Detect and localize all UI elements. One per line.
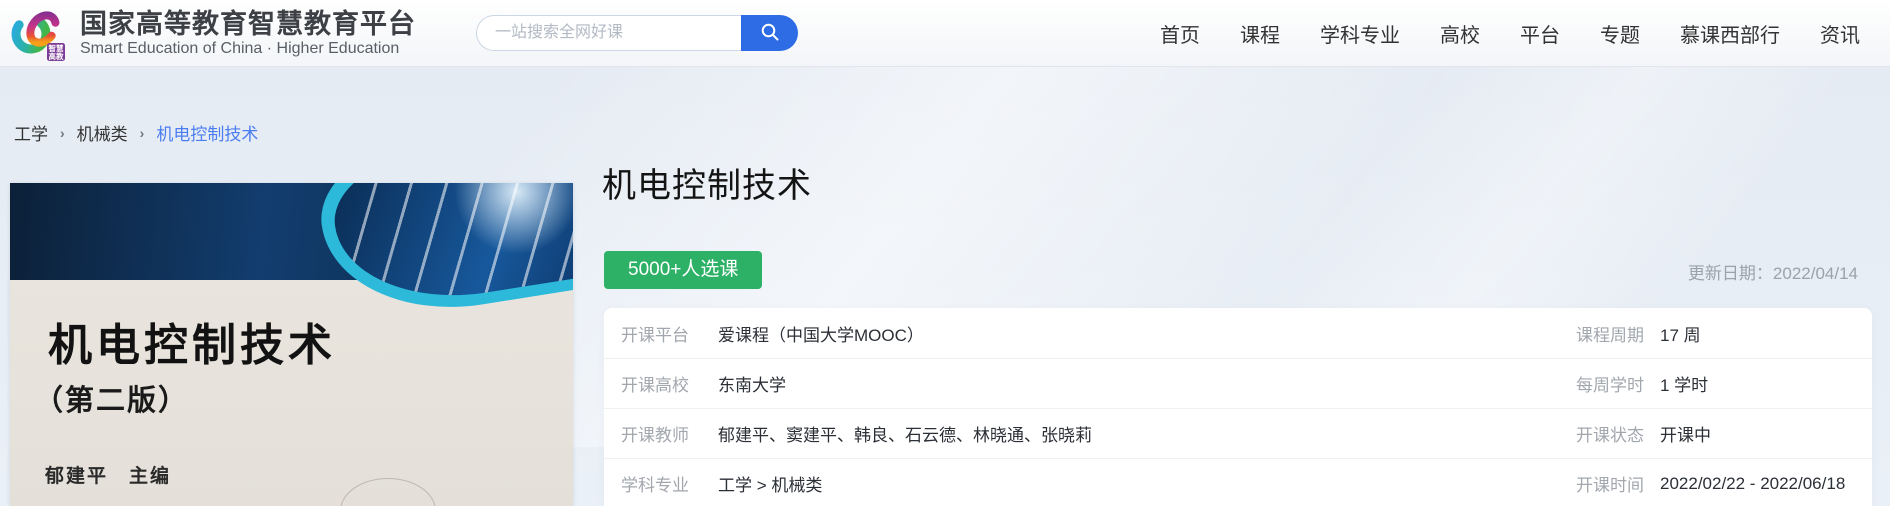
nav-item-disciplines[interactable]: 学科专业 — [1320, 19, 1400, 48]
breadcrumb: 工学 › 机械类 › 机电控制技术 — [14, 120, 258, 145]
row-label: 每周学时 — [1576, 371, 1644, 396]
row-value: 郁建平、窦建平、韩良、石云德、林晓通、张晓莉 — [718, 421, 1092, 446]
course-info-card: 开课平台 爱课程（中国大学MOOC） 课程周期 17 周 开课高校 东南大学 每… — [604, 308, 1872, 506]
table-row: 学科专业 工学 > 机械类 开课时间 2022/02/22 - 2022/06/… — [604, 458, 1872, 506]
nav-item-mooc-west[interactable]: 慕课西部行 — [1680, 19, 1780, 48]
row-value: 开课中 — [1660, 421, 1711, 446]
row-value: 工学 > 机械类 — [718, 471, 822, 496]
nav-item-news[interactable]: 资讯 — [1820, 19, 1860, 48]
platform-logo-icon: 智慧 高教 — [10, 6, 66, 62]
cover-author: 郁建平 主编 — [45, 461, 171, 488]
row-label: 开课平台 — [621, 321, 703, 346]
breadcrumb-item-discipline[interactable]: 工学 — [14, 120, 48, 145]
nav-item-topics[interactable]: 专题 — [1600, 19, 1640, 48]
nav-item-courses[interactable]: 课程 — [1240, 19, 1280, 48]
page: 智慧 高教 国家高等教育智慧教育平台 Smart Education of Ch… — [0, 0, 1890, 506]
brand-subtitle: Smart Education of China · Higher Educat… — [80, 40, 416, 58]
row-value: 爱课程（中国大学MOOC） — [718, 321, 924, 346]
row-label: 开课状态 — [1576, 421, 1644, 446]
main-nav: 首页 课程 学科专业 高校 平台 专题 慕课西部行 资讯 — [1160, 19, 1860, 48]
nav-item-platforms[interactable]: 平台 — [1520, 19, 1560, 48]
row-value: 1 学时 — [1660, 371, 1708, 396]
chevron-right-icon: › — [60, 125, 65, 141]
row-value: 17 周 — [1660, 321, 1701, 346]
page-title: 机电控制技术 — [602, 158, 812, 207]
cover-publisher-mark — [340, 478, 436, 506]
nav-item-home[interactable]: 首页 — [1160, 19, 1200, 48]
update-date-label: 更新日期： — [1688, 264, 1773, 283]
breadcrumb-item-category[interactable]: 机械类 — [77, 120, 128, 145]
table-row: 开课平台 爱课程（中国大学MOOC） 课程周期 17 周 — [604, 308, 1872, 358]
svg-text:高教: 高教 — [49, 51, 64, 61]
row-label: 开课教师 — [621, 421, 703, 446]
course-cover-image: 机电控制技术 （第二版） 郁建平 主编 — [10, 183, 573, 506]
table-row: 开课高校 东南大学 每周学时 1 学时 — [604, 358, 1872, 408]
row-label: 学科专业 — [621, 471, 703, 496]
cover-fiber-art — [326, 183, 573, 314]
row-label: 开课时间 — [1576, 471, 1644, 496]
search-button[interactable] — [741, 15, 798, 51]
search-bar — [476, 15, 798, 51]
cover-teal-shape — [312, 183, 573, 327]
breadcrumb-item-current: 机电控制技术 — [156, 120, 258, 145]
row-label: 课程周期 — [1576, 321, 1644, 346]
cover-edition: （第二版） — [34, 377, 189, 419]
update-date-value: 2022/04/14 — [1773, 264, 1858, 283]
brand: 国家高等教育智慧教育平台 Smart Education of China · … — [80, 9, 416, 58]
update-date: 更新日期：2022/04/14 — [1688, 259, 1858, 284]
enrollment-badge: 5000+人选课 — [604, 251, 762, 289]
chevron-right-icon: › — [140, 125, 145, 141]
row-value: 2022/02/22 - 2022/06/18 — [1660, 474, 1845, 494]
row-label: 开课高校 — [621, 371, 703, 396]
nav-item-universities[interactable]: 高校 — [1440, 19, 1480, 48]
cover-book-title: 机电控制技术 — [48, 309, 336, 373]
row-value: 东南大学 — [718, 371, 786, 396]
table-row: 开课教师 郁建平、窦建平、韩良、石云德、林晓通、张晓莉 开课状态 开课中 — [604, 408, 1872, 458]
header: 智慧 高教 国家高等教育智慧教育平台 Smart Education of Ch… — [0, 0, 1890, 67]
search-icon — [760, 22, 780, 45]
brand-title: 国家高等教育智慧教育平台 — [80, 9, 416, 39]
search-input[interactable] — [476, 15, 741, 51]
